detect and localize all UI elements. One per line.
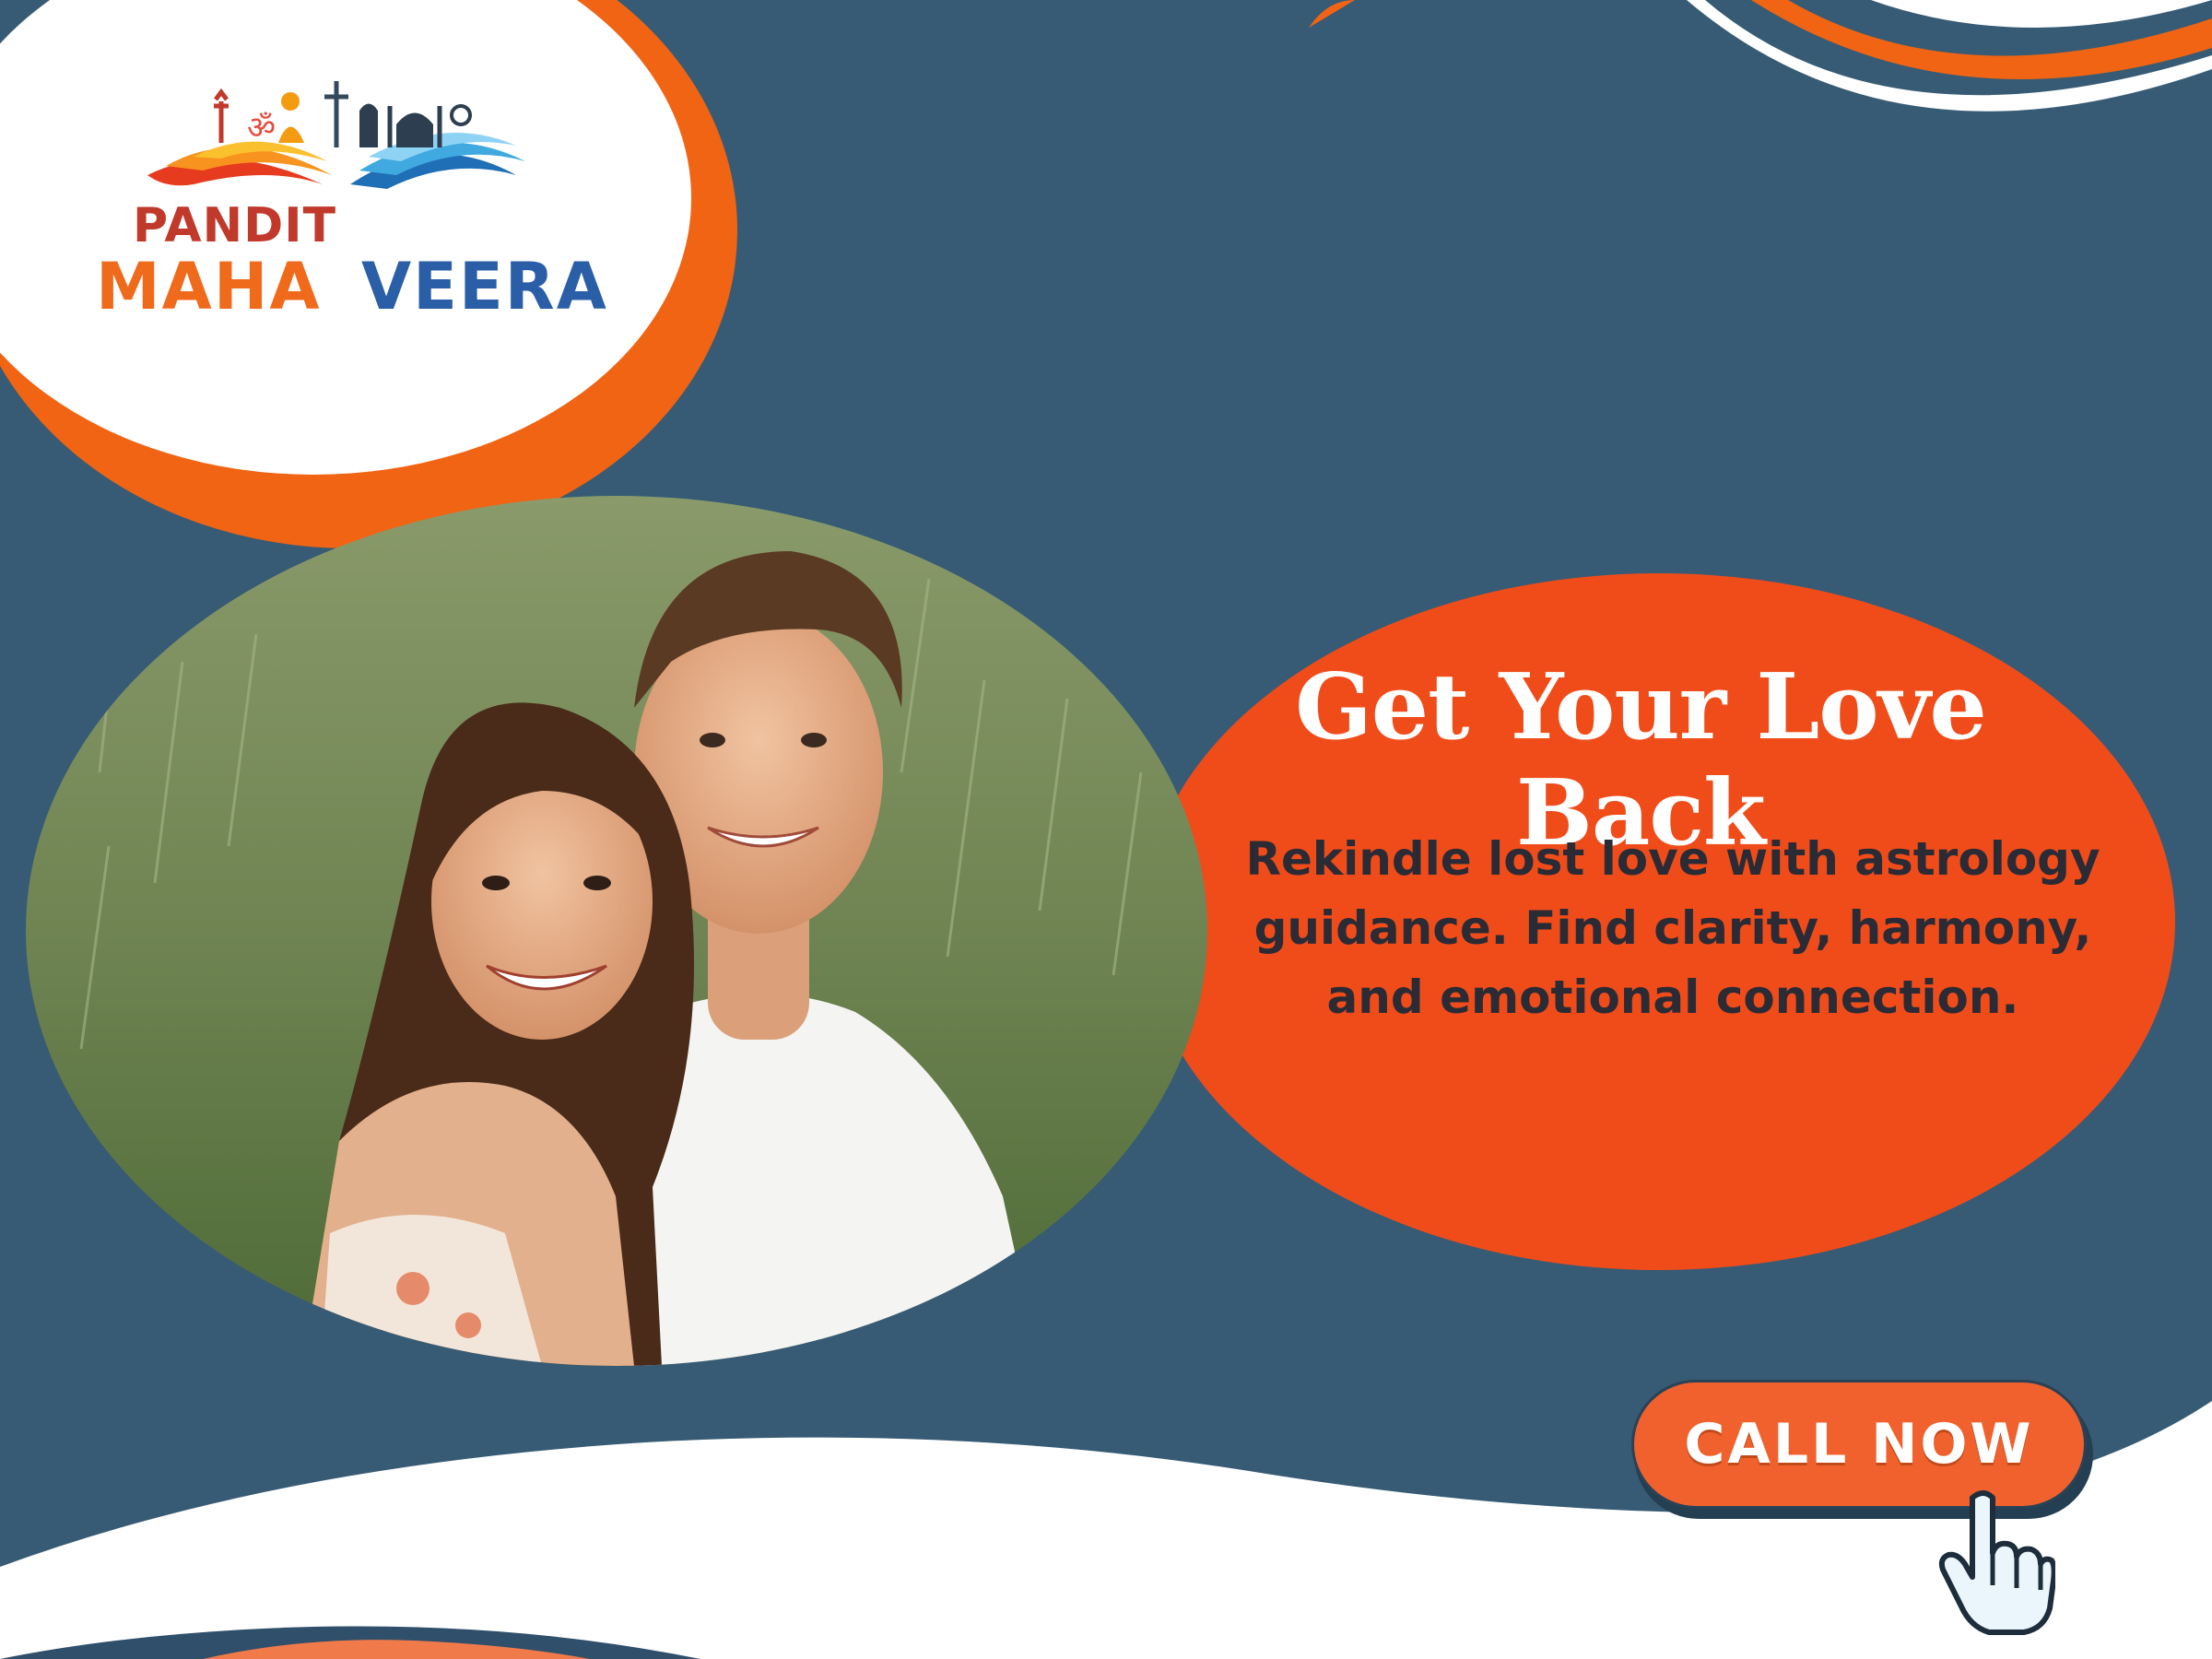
- religious-symbols-icon: ॐ: [147, 81, 525, 189]
- description: Rekindle lost love with astrology guidan…: [1245, 832, 2100, 1024]
- brand-logo[interactable]: ॐ PANDIT MAHA VEERA: [83, 74, 606, 332]
- brand-line1: PANDIT: [133, 198, 337, 253]
- brand-word-left: MAHA: [96, 249, 322, 324]
- pointing-hand-icon: [1938, 1490, 2055, 1635]
- wave-white-corner: [1871, 0, 2212, 28]
- svg-text:ॐ: ॐ: [247, 110, 276, 147]
- brand-word-right: VEERA: [361, 249, 608, 324]
- promo-banner: ॐ PANDIT MAHA VEERA Get Your Love Back R…: [0, 0, 2212, 1659]
- couple-image: [26, 496, 1207, 1366]
- corner-accent: [1309, 0, 1355, 28]
- couple-photo: [26, 496, 1207, 1366]
- call-now-label: CALL NOW: [1684, 1412, 2034, 1477]
